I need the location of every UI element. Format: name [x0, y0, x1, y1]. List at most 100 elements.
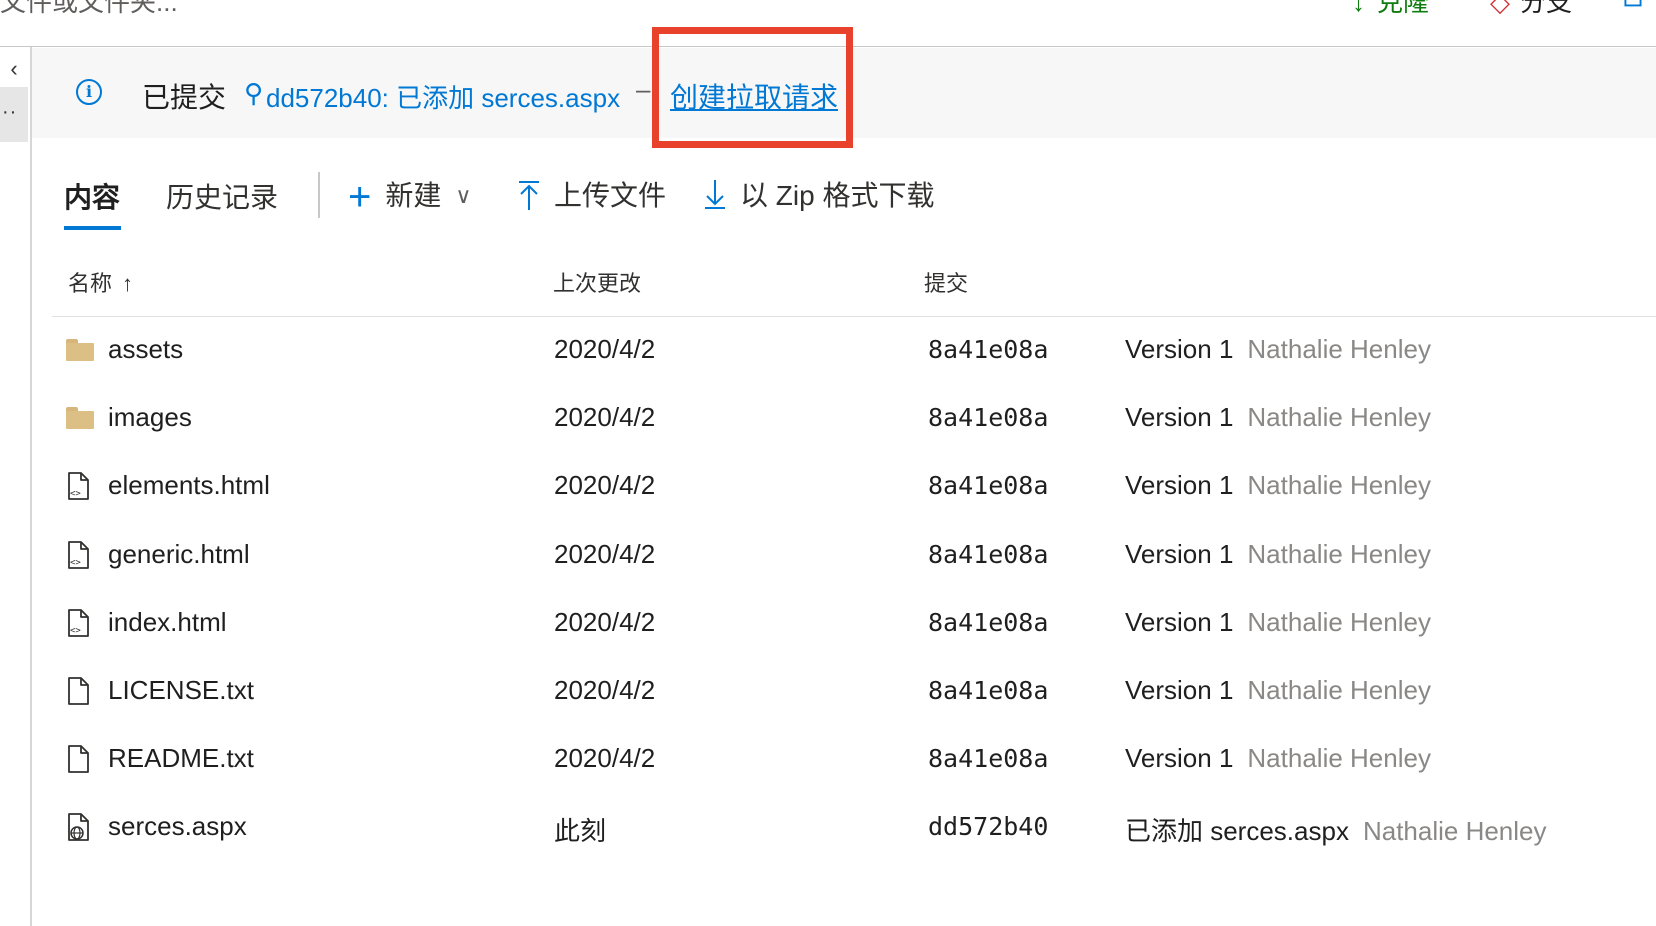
commit-message-text: Version 1 — [1125, 470, 1234, 501]
create-pull-request-link[interactable]: 创建拉取请求 — [670, 76, 838, 116]
last-change-date: 此刻 — [554, 816, 607, 847]
file-name-link[interactable]: elements.html — [108, 470, 270, 501]
folder-icon — [66, 404, 96, 432]
table-row[interactable]: <> generic.html 2020/4/2 8a41e08a Version 1 N… — [52, 523, 1656, 591]
branch-button[interactable]: ◇ 分支 — [1490, 0, 1572, 19]
table-row[interactable]: images 2020/4/2 8a41e08a Version 1 Nathalie … — [52, 386, 1656, 454]
commit-author: Nathalie Henley — [1247, 334, 1431, 364]
commit-hash-link[interactable]: 8a41e08a — [928, 676, 1048, 705]
clone-button[interactable]: ↓ 克隆 — [1352, 0, 1429, 19]
commit-hash-link[interactable]: dd572b40 — [928, 812, 1048, 841]
column-header-commit[interactable]: 提交 — [924, 266, 968, 298]
commit-info-banner: i 已提交 ⚲ dd572b40: 已添加 serces.aspx – 创建拉取… — [32, 48, 1656, 138]
file-name-link[interactable]: generic.html — [108, 539, 250, 570]
file-name-link[interactable]: index.html — [108, 607, 227, 638]
commit-message: Version 1 Nathalie Henley — [1125, 539, 1431, 570]
table-row[interactable]: <> elements.html 2020/4/2 8a41e08a Version 1… — [52, 454, 1656, 522]
column-header-name-label: 名称 — [68, 271, 113, 296]
commit-message-text: Version 1 — [1125, 743, 1234, 774]
chevron-down-icon[interactable]: ∨ — [455, 183, 471, 208]
file-name-link[interactable]: README.txt — [108, 743, 254, 774]
commit-hash-link[interactable]: 8a41e08a — [928, 608, 1048, 637]
clone-label: 克隆 — [1377, 0, 1430, 17]
table-row[interactable]: README.txt 2020/4/2 8a41e08a Version 1 Natha… — [52, 727, 1656, 795]
table-row[interactable]: <> index.html 2020/4/2 8a41e08a Version 1 Nat… — [52, 591, 1656, 659]
column-header-name[interactable]: 名称 ↑ — [68, 266, 133, 298]
commit-message: Version 1 Nathalie Henley — [1125, 402, 1431, 433]
commit-message-text: Version 1 — [1125, 606, 1234, 637]
branch-label: 分支 — [1520, 0, 1573, 17]
monitor-icon[interactable]: ⊡ — [1622, 0, 1644, 13]
download-icon: ↓ — [1352, 0, 1365, 17]
html-file-icon: <> — [66, 608, 96, 637]
commit-link[interactable]: dd572b40: 已添加 serces.aspx — [266, 78, 620, 115]
selected-tab-indicator — [64, 226, 121, 230]
tab-contents[interactable]: 内容 — [64, 176, 120, 216]
svg-text:<>: <> — [70, 626, 81, 636]
file-name-link[interactable]: LICENSE.txt — [108, 675, 254, 706]
table-row[interactable]: serces.aspx 此刻 dd572b40 已添加 serces.aspx Nath… — [52, 795, 1656, 863]
upload-label: 上传文件 — [554, 180, 667, 211]
header-divider — [52, 316, 1656, 317]
download-label: 以 Zip 格式下载 — [740, 180, 935, 211]
commit-message-text: Version 1 — [1125, 334, 1234, 364]
commit-author: Nathalie Henley — [1247, 470, 1431, 501]
last-change-date: 2020/4/2 — [554, 402, 656, 433]
commit-status-text: 已提交 — [142, 82, 227, 113]
new-button[interactable]: + 新建 ∨ — [348, 174, 471, 217]
commit-message: Version 1 Nathalie Henley — [1125, 334, 1431, 365]
last-change-date: 2020/4/2 — [554, 538, 656, 569]
search-placeholder-text[interactable]: 文件或文件夹... — [0, 0, 178, 19]
file-name-link[interactable]: images — [108, 402, 192, 433]
html-file-icon: <> — [66, 472, 96, 501]
commit-message: Version 1 Nathalie Henley — [1125, 607, 1431, 638]
toolbar-divider — [318, 172, 320, 218]
info-icon: i — [76, 79, 102, 105]
last-change-date: 2020/4/2 — [554, 334, 656, 364]
last-change-date: 2020/4/2 — [554, 606, 656, 637]
column-header-last-change[interactable]: 上次更改 — [553, 266, 641, 298]
last-change-date: 2020/4/2 — [554, 743, 656, 774]
upload-files-button[interactable]: 上传文件 — [518, 174, 666, 214]
commit-hash-link[interactable]: 8a41e08a — [928, 540, 1048, 569]
last-change-date: 2020/4/2 — [554, 470, 656, 501]
left-rail: ‹ ·· — [0, 47, 32, 926]
commit-message-text: Version 1 — [1125, 675, 1234, 705]
last-change-date: 2020/4/2 — [554, 675, 656, 705]
commit-message-text: 已添加 serces.aspx — [1125, 816, 1349, 847]
download-zip-button[interactable]: 以 Zip 格式下载 — [704, 174, 934, 214]
commit-message: 已添加 serces.aspx Nathalie Henley — [1125, 811, 1547, 848]
tab-history[interactable]: 历史记录 — [166, 176, 278, 216]
commit-message: Version 1 Nathalie Henley — [1125, 470, 1431, 501]
commit-hash-link[interactable]: 8a41e08a — [928, 471, 1048, 500]
commit-author: Nathalie Henley — [1247, 743, 1431, 774]
commit-author: Nathalie Henley — [1247, 538, 1431, 569]
folder-icon — [66, 336, 96, 364]
svg-text:<>: <> — [70, 489, 81, 499]
branch-icon: ◇ — [1490, 0, 1510, 17]
commit-message-text: Version 1 — [1125, 402, 1234, 433]
table-row[interactable]: assets 2020/4/2 8a41e08a Version 1 Nathalie … — [52, 318, 1656, 386]
commit-author: Nathalie Henley — [1362, 816, 1547, 847]
commit-author: Nathalie Henley — [1247, 402, 1431, 433]
commit-hash-link[interactable]: 8a41e08a — [928, 744, 1048, 773]
file-name-link[interactable]: serces.aspx — [108, 811, 247, 842]
commit-message: Version 1 Nathalie Henley — [1125, 675, 1431, 706]
commit-hash-link[interactable]: 8a41e08a — [928, 335, 1048, 364]
commit-hash-link[interactable]: 8a41e08a — [928, 403, 1048, 432]
commit-author: Nathalie Henley — [1247, 675, 1431, 705]
file-name-link[interactable]: assets — [108, 334, 183, 365]
new-label: 新建 — [385, 180, 442, 211]
table-row[interactable]: LICENSE.txt 2020/4/2 8a41e08a Version 1 Nath… — [52, 659, 1656, 727]
download-icon — [704, 180, 726, 212]
toolbar: 内容 历史记录 + 新建 ∨ 上传文件 以 Zip 格式下载 — [32, 160, 1656, 236]
web-file-icon — [66, 813, 96, 842]
upload-icon — [518, 180, 540, 212]
collapse-chevron-icon[interactable]: ‹ — [0, 55, 28, 83]
svg-text:<>: <> — [70, 558, 81, 568]
sort-ascending-icon: ↑ — [122, 271, 134, 296]
commit-message-text: Version 1 — [1125, 538, 1234, 569]
top-header: 文件或文件夹... ↓ 克隆 ◇ 分支 ⊡ — [0, 0, 1656, 47]
more-options-icon[interactable]: ·· — [0, 87, 28, 142]
text-file-icon — [66, 677, 96, 705]
